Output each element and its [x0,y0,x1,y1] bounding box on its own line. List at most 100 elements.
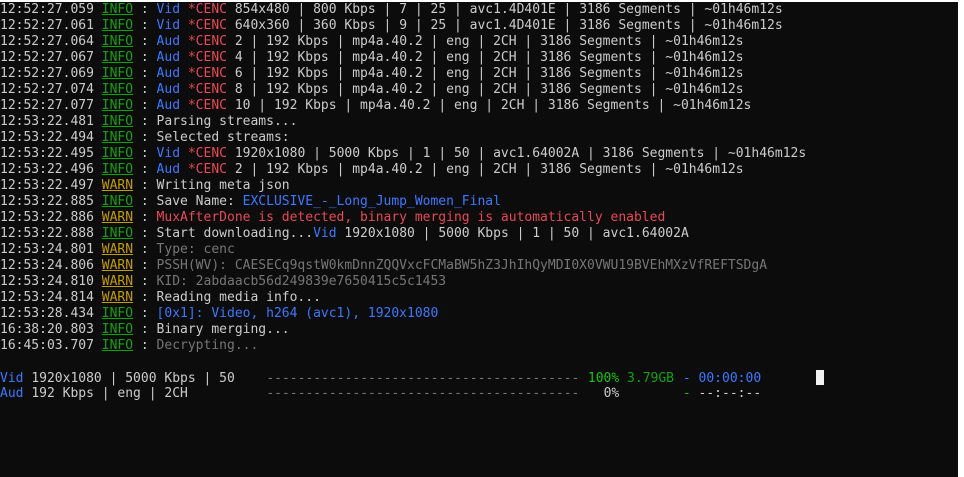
log-message: KID: 2abdaacb56d249839e7650415c5c1453 [156,274,447,289]
terminal-window[interactable]: 12:52:27.059 INFO : Vid *CENC 854x480 | … [0,2,958,477]
log-level: INFO [101,2,134,17]
progress-description: 192 Kbps | eng | 2CH [31,386,188,401]
stream-type: Aud [156,66,181,81]
log-timestamp: 12:53:22.495 [0,146,94,161]
stream-type: Vid [156,2,181,17]
log-message: Selected streams: [156,130,290,145]
log-timestamp: 12:52:27.077 [0,98,94,113]
log-level: INFO [101,146,134,161]
log-line: 12:53:22.481 INFO : Parsing streams... [0,114,298,129]
stream-info: 8 | 192 Kbps | mp4a.40.2 | eng | 2CH | 3… [234,82,744,97]
terminal-output: 12:52:27.059 INFO : Vid *CENC 854x480 | … [0,2,824,402]
encryption-tag: *CENC [187,18,227,33]
log-timestamp: 12:53:24.806 [0,258,94,273]
log-level: WARN [101,274,134,289]
encryption-tag: *CENC [187,34,227,49]
log-message: Type: cenc [156,242,235,257]
log-level: INFO [101,34,134,49]
log-line: 16:45:03.707 INFO : Decrypting... [0,338,259,353]
progress-percent: 100% [587,371,620,386]
log-line: 12:52:27.059 INFO : Vid *CENC 854x480 | … [0,2,783,17]
stream-type: Aud [156,82,181,97]
stream-info: 2 | 192 Kbps | mp4a.40.2 | eng | 2CH | 3… [234,34,744,49]
progress-row: Aud 192 Kbps | eng | 2CH ----------------… [0,386,824,402]
log-line: 16:38:20.803 INFO : Binary merging... [0,322,290,337]
log-message: [0x1]: Video, h264 (avc1), 1920x1080 [156,306,439,321]
log-line: 12:53:22.495 INFO : Vid *CENC 1920x1080 … [0,146,807,161]
log-message: MuxAfterDone is detected, binary merging… [156,210,666,225]
encryption-tag: *CENC [187,162,227,177]
log-timestamp: 12:53:22.481 [0,114,94,129]
progress-bar: ---------------------------------------- [266,371,580,386]
log-level: INFO [101,226,134,241]
stream-info: 1920x1080 | 5000 Kbps | 1 | 50 | avc1.64… [234,146,807,161]
stream-info: 854x480 | 800 Kbps | 7 | 25 | avc1.4D401… [234,2,783,17]
log-level: WARN [101,290,134,305]
log-line: 12:53:24.806 WARN : PSSH(WV): CAESECq9qs… [0,258,768,273]
log-line: 12:52:27.077 INFO : Aud *CENC 10 | 192 K… [0,98,752,113]
log-line: 12:53:22.494 INFO : Selected streams: [0,130,290,145]
log-timestamp: 16:45:03.707 [0,338,94,353]
log-prefix: Start downloading... [156,226,314,241]
log-line: 12:53:22.888 INFO : Start downloading...… [0,226,689,241]
log-level: INFO [101,130,134,145]
stream-info: 6 | 192 Kbps | mp4a.40.2 | eng | 2CH | 3… [234,66,744,81]
scrollbar[interactable] [958,2,964,477]
stream-type: Aud [156,50,181,65]
stream-type: Vid [156,146,181,161]
log-timestamp: 12:52:27.059 [0,2,94,17]
log-level: WARN [101,178,134,193]
log-level: INFO [101,18,134,33]
log-timestamp: 12:53:22.497 [0,178,94,193]
progress-eta: --:--:-- [698,386,762,401]
stream-info: 1920x1080 | 5000 Kbps | 1 | 50 | avc1.64… [344,226,689,241]
log-level: INFO [101,82,134,97]
log-timestamp: 12:52:27.061 [0,18,94,33]
log-timestamp: 12:53:22.886 [0,210,94,225]
log-message: Reading media info... [156,290,321,305]
stream-type: Vid [156,18,181,33]
log-timestamp: 12:53:28.434 [0,306,94,321]
log-timestamp: 12:53:24.810 [0,274,94,289]
log-line: 12:52:27.064 INFO : Aud *CENC 2 | 192 Kb… [0,34,744,49]
log-line: 12:53:24.810 WARN : KID: 2abdaacb56d2498… [0,274,447,289]
log-level: INFO [101,50,134,65]
stream-info: 640x360 | 360 Kbps | 9 | 25 | avc1.4D401… [234,18,783,33]
encryption-tag: *CENC [187,82,227,97]
log-level: INFO [101,162,134,177]
log-timestamp: 12:53:22.494 [0,130,94,145]
stream-info: 4 | 192 Kbps | mp4a.40.2 | eng | 2CH | 3… [234,50,744,65]
progress-separator: - [682,386,691,401]
log-timestamp: 12:52:27.074 [0,82,94,97]
log-timestamp: 16:38:20.803 [0,322,94,337]
log-line: 12:53:24.814 WARN : Reading media info..… [0,290,321,305]
log-line: 12:53:22.885 INFO : Save Name: EXCLUSIVE… [0,194,501,209]
stream-type: Aud [156,98,181,113]
progress-stream-type: Aud [0,386,24,401]
log-level: INFO [101,338,134,353]
log-line: 12:53:24.801 WARN : Type: cenc [0,242,235,257]
progress-separator: - [682,371,691,386]
log-message: Writing meta json [156,178,290,193]
stream-type: Vid [313,226,337,241]
log-line: 12:53:22.886 WARN : MuxAfterDone is dete… [0,210,666,225]
log-message: EXCLUSIVE_-_Long_Jump_Women_Final [242,194,501,209]
log-message: PSSH(WV): CAESECq9qstW0kmDnnZQQVxcFCMaBW… [156,258,768,273]
log-line: 12:52:27.061 INFO : Vid *CENC 640x360 | … [0,18,783,33]
encryption-tag: *CENC [187,66,227,81]
log-level: INFO [101,194,134,209]
log-level: WARN [101,242,134,257]
stream-type: Aud [156,34,181,49]
log-level: INFO [101,114,134,129]
stream-info: 2 | 192 Kbps | mp4a.40.2 | eng | 2CH | 3… [234,162,744,177]
log-message: Decrypting... [156,338,259,353]
log-line: 12:52:27.069 INFO : Aud *CENC 6 | 192 Kb… [0,66,744,81]
log-prefix: Save Name: [156,194,243,209]
progress-percent: 0% [603,386,620,401]
log-message: Binary merging... [156,322,290,337]
encryption-tag: *CENC [187,2,227,17]
log-timestamp: 12:53:22.496 [0,162,94,177]
log-timestamp: 12:52:27.069 [0,66,94,81]
progress-size: 3.79GB [627,371,675,386]
